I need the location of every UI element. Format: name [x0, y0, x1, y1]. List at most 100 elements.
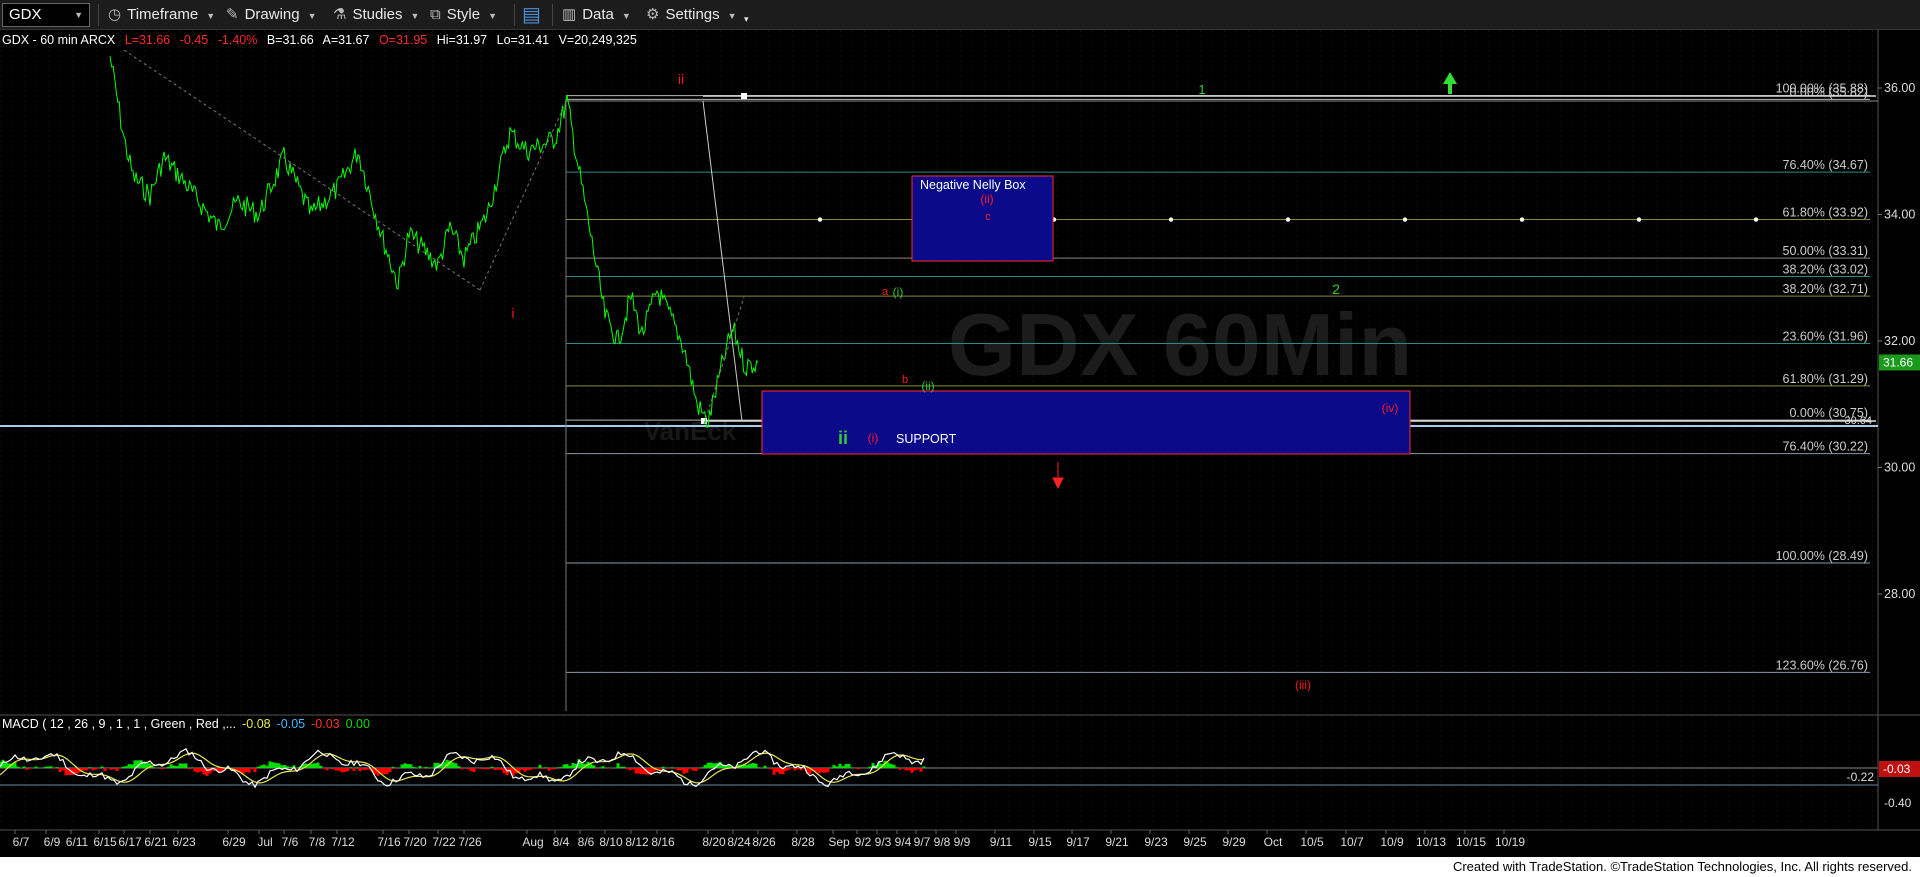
- header-volume: V=20,249,325: [559, 33, 637, 47]
- x-tick-label: 9/17: [1066, 835, 1090, 849]
- level-label: 30.64: [1844, 415, 1872, 427]
- style-menu[interactable]: ⧉ Style ▼: [430, 0, 497, 30]
- wave-label: c: [985, 211, 991, 223]
- wave-label: (i): [868, 431, 879, 445]
- x-tick-label: 9/4: [895, 835, 912, 849]
- x-tick-label: 8/28: [791, 835, 815, 849]
- x-tick-label: 6/11: [66, 835, 89, 849]
- watermark: GDX 60Min: [948, 295, 1413, 394]
- fib-level-label: 61.80% (33.92): [1783, 206, 1868, 220]
- x-tick-label: 6/7: [13, 835, 30, 849]
- macd-value: 0.00: [346, 717, 370, 731]
- bar-chart-icon: ▥: [562, 6, 577, 23]
- x-tick-label: 7/22: [432, 835, 456, 849]
- wave-label: (iii): [1295, 678, 1311, 692]
- x-tick-label: 7/26: [458, 835, 482, 849]
- fib-level-label: 100.00% (28.49): [1776, 549, 1868, 563]
- x-tick-label: 9/21: [1105, 835, 1129, 849]
- wave-label: ii: [678, 71, 684, 87]
- layout-icon[interactable]: ▤: [522, 0, 541, 30]
- macd-ref-label: -0.22: [1847, 770, 1875, 784]
- wave-label: ii: [838, 428, 848, 448]
- fib-level-label: 61.80% (31.29): [1783, 372, 1868, 386]
- x-tick-label: 8/6: [578, 835, 595, 849]
- x-tick-label: 10/9: [1380, 835, 1404, 849]
- toolbar-divider: [552, 4, 553, 26]
- wave-label: i: [511, 305, 514, 321]
- x-tick-label: Sep: [828, 835, 850, 849]
- header-ask: A=31.67: [323, 33, 370, 47]
- fib-level-label: 38.20% (32.71): [1783, 282, 1868, 296]
- header-change: -0.45: [180, 33, 209, 47]
- x-tick-label: 6/21: [144, 835, 168, 849]
- y-tick-label: 32.00: [1884, 334, 1915, 348]
- wave-label: (iv): [1382, 401, 1399, 415]
- dotted-marker: [1168, 217, 1174, 222]
- x-tick-label: 6/9: [44, 835, 61, 849]
- x-tick-label: 6/23: [172, 835, 196, 849]
- y-tick-label: 28.00: [1884, 587, 1915, 601]
- header-last: L=31.66: [125, 33, 171, 47]
- x-tick-label: 6/29: [222, 835, 246, 849]
- macd-last-text: -0.03: [1883, 762, 1911, 776]
- x-tick-label: 9/7: [914, 835, 931, 849]
- fib-level-label: 76.40% (34.67): [1783, 158, 1868, 172]
- wave-label: 1: [1198, 82, 1205, 97]
- chevron-down-icon: ▼: [410, 11, 420, 21]
- support-label: SUPPORT: [896, 432, 957, 446]
- symbol-input[interactable]: GDX ▼: [2, 3, 90, 27]
- chevron-down-icon: ▼: [307, 11, 317, 21]
- x-tick-label: Aug: [522, 835, 543, 849]
- header-title: GDX - 60 min ARCX: [2, 33, 116, 47]
- x-tick-label: 7/8: [309, 835, 326, 849]
- x-tick-label: 10/15: [1456, 835, 1486, 849]
- macd-title: MACD ( 12 , 26 , 9 , 1 , 1 , Green , Red…: [2, 717, 370, 731]
- price-chart[interactable]: GDX 60Min VanEck 100.00% (35.88)0.00% (3…: [0, 30, 1920, 857]
- last-price-text: 31.66: [1883, 356, 1913, 370]
- clock-icon: ◷: [108, 6, 122, 23]
- x-tick-label: 8/16: [651, 835, 675, 849]
- y-tick-label: 34.00: [1884, 208, 1915, 222]
- fib-level-label: 0.00% (35.82): [1789, 85, 1868, 99]
- chevron-down-icon: ▼: [206, 11, 216, 21]
- x-tick-label: 9/23: [1144, 835, 1168, 849]
- x-tick-label: 9/15: [1028, 835, 1052, 849]
- header-high: Hi=31.97: [437, 33, 487, 47]
- x-tick-label: 8/20: [702, 835, 726, 849]
- fib-level-label: 23.60% (31.96): [1783, 330, 1868, 344]
- drawing-menu[interactable]: ✎ Drawing ▼: [226, 0, 317, 30]
- x-tick-label: 9/9: [954, 835, 971, 849]
- chevron-down-icon: ▼: [488, 11, 497, 21]
- wave-label: (i): [893, 285, 904, 299]
- x-tick-label: 7/20: [403, 835, 427, 849]
- x-tick-label: 7/16: [377, 835, 401, 849]
- timeframe-menu[interactable]: ◷ Timeframe ▼: [108, 0, 215, 30]
- x-tick-label: 10/19: [1495, 835, 1525, 849]
- chevron-down-icon: ▼: [621, 11, 631, 21]
- toolbar-divider: [98, 4, 99, 26]
- x-tick-label: 9/2: [855, 835, 872, 849]
- pencil-icon: ✎: [226, 6, 239, 23]
- x-tick-label: 8/10: [599, 835, 623, 849]
- toolbar-divider: [514, 4, 515, 26]
- x-tick-label: 8/24: [727, 835, 751, 849]
- wave-label: (ii): [980, 192, 993, 206]
- header-low: Lo=31.41: [497, 33, 550, 47]
- dotted-marker: [1753, 217, 1759, 222]
- negative-nelly-label: Negative Nelly Box: [920, 178, 1026, 192]
- fib-level-label: 123.60% (26.76): [1776, 658, 1868, 672]
- header-bid: B=31.66: [267, 33, 314, 47]
- data-menu[interactable]: ▥ Data ▼: [562, 0, 631, 30]
- y-tick-label: 30.00: [1884, 461, 1915, 475]
- support-box: [761, 390, 1411, 455]
- x-tick-label: 8/12: [625, 835, 649, 849]
- macd-value: -0.03: [311, 717, 340, 731]
- chevron-down-icon[interactable]: ▼: [74, 4, 83, 26]
- toolbar: GDX ▼ ◷ Timeframe ▼ ✎ Drawing ▼ ⚗ Studies ▼ ⧉ St…: [0, 0, 1920, 30]
- studies-menu[interactable]: ⚗ Studies ▼: [333, 0, 419, 30]
- dotted-marker: [817, 217, 823, 222]
- header-pct: -1.40%: [218, 33, 258, 47]
- x-tick-label: 7/6: [282, 835, 299, 849]
- wave-label: 2: [1332, 281, 1340, 297]
- settings-menu[interactable]: ⚙ Settings ▼: [646, 0, 737, 30]
